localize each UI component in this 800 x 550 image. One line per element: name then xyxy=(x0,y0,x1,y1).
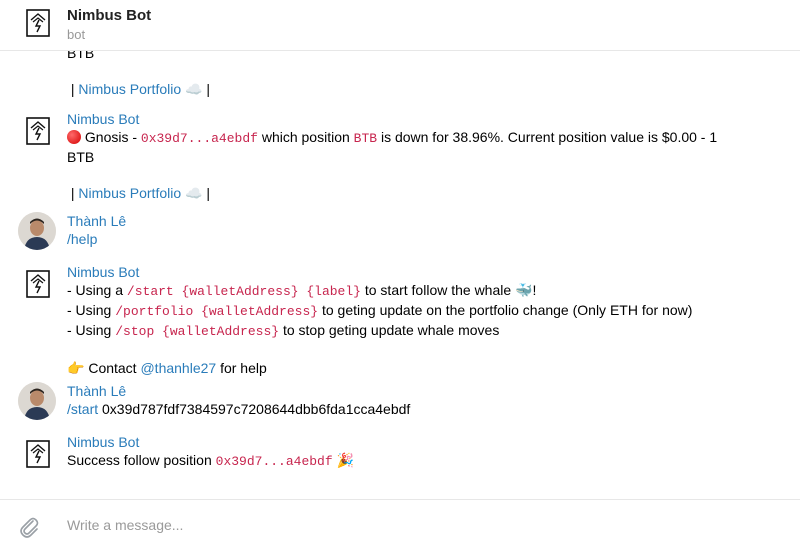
wallet-address: 0x39d7...a4ebdf xyxy=(215,454,333,469)
message-input[interactable] xyxy=(67,513,767,537)
sender-name[interactable]: Nimbus Bot xyxy=(67,433,767,451)
chat-header: Nimbus Bot bot xyxy=(0,0,800,51)
message-body: Thành Lê /help xyxy=(67,212,767,248)
message-footer: | Nimbus Portfolio ☁️ | xyxy=(67,185,210,201)
nimbus-logo-icon[interactable] xyxy=(26,440,50,468)
paperclip-icon[interactable] xyxy=(16,514,42,540)
message-line: - Using /stop {walletAddress} to stop ge… xyxy=(67,322,500,339)
sender-name[interactable]: Thành Lê xyxy=(67,382,767,400)
chat-title[interactable]: Nimbus Bot xyxy=(67,7,151,24)
pointing-hand-emoji: 👉 xyxy=(67,360,85,376)
command-start[interactable]: /start {walletAddress} {label} xyxy=(127,284,361,299)
message-list[interactable]: BTB | Nimbus Portfolio ☁️ | Nimbus Bot G… xyxy=(0,51,800,499)
message-line: Gnosis - 0x39d7...a4ebdf which position … xyxy=(67,128,767,148)
token-symbol: BTB xyxy=(353,131,378,146)
wallet-address: 0x39d7...a4ebdf xyxy=(140,131,258,146)
portfolio-link[interactable]: Nimbus Portfolio xyxy=(78,185,181,201)
whale-emoji: 🐳 xyxy=(515,282,533,298)
message-line: BTB xyxy=(67,51,95,61)
message-body: Nimbus Bot Success follow position 0x39d… xyxy=(67,433,767,471)
party-popper-emoji: 🎉 xyxy=(336,452,354,468)
message-line: - Using a /start {walletAddress} {label}… xyxy=(67,282,537,299)
message-body: Thành Lê /start 0x39d787fdf7384597c72086… xyxy=(67,382,767,418)
message-line: /start 0x39d787fdf7384597c7208644dbb6fda… xyxy=(67,401,411,417)
message-body: Nimbus Bot Gnosis - 0x39d7...a4ebdf whic… xyxy=(67,110,767,202)
command-stop[interactable]: /stop {walletAddress} xyxy=(115,324,279,339)
contact-link[interactable]: @thanhle27 xyxy=(140,360,216,376)
nimbus-logo-icon[interactable] xyxy=(26,270,50,298)
message-body: Nimbus Bot - Using a /start {walletAddre… xyxy=(67,263,767,377)
portfolio-link[interactable]: Nimbus Portfolio xyxy=(78,81,181,97)
message-line: BTB xyxy=(67,149,95,165)
user-avatar[interactable] xyxy=(18,382,56,420)
cloud-emoji: ☁️ xyxy=(185,81,203,97)
message-line: Success follow position 0x39d7...a4ebdf … xyxy=(67,452,354,469)
user-avatar[interactable] xyxy=(18,212,56,250)
message-composer xyxy=(0,499,800,550)
chat-subtitle: bot xyxy=(67,27,86,42)
nimbus-logo-icon[interactable] xyxy=(26,9,50,37)
message-footer: | Nimbus Portfolio ☁️ | xyxy=(67,81,210,97)
command-link[interactable]: /start xyxy=(67,401,98,417)
sender-name[interactable]: Nimbus Bot xyxy=(67,263,767,281)
cloud-emoji: ☁️ xyxy=(185,185,203,201)
message-line: 👉 Contact @thanhle27 for help xyxy=(67,360,267,376)
command-link[interactable]: /help xyxy=(67,230,767,248)
message-line: - Using /portfolio {walletAddress} to ge… xyxy=(67,302,693,319)
sender-name[interactable]: Nimbus Bot xyxy=(67,110,767,128)
sender-name[interactable]: Thành Lê xyxy=(67,212,767,230)
message-body: BTB | Nimbus Portfolio ☁️ | xyxy=(67,51,767,98)
nimbus-logo-icon[interactable] xyxy=(26,117,50,145)
command-portfolio[interactable]: /portfolio {walletAddress} xyxy=(115,304,318,319)
red-circle-icon xyxy=(67,130,81,144)
